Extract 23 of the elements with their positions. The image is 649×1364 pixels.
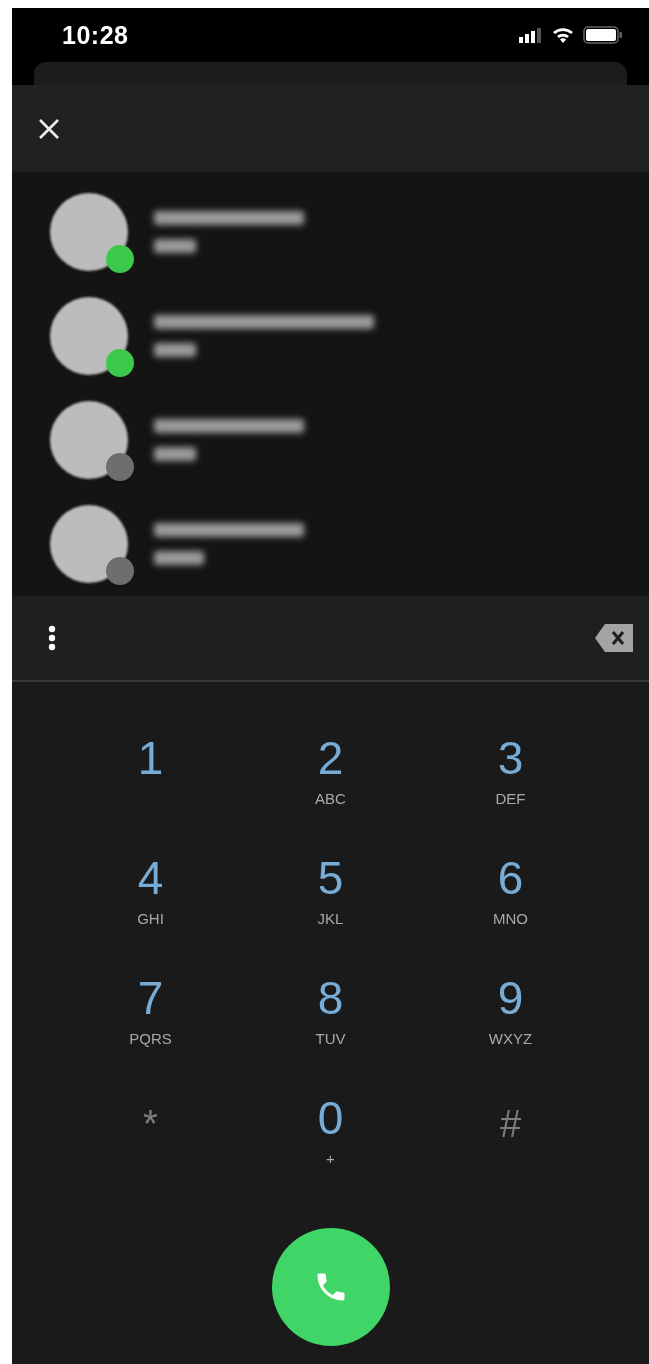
dial-key[interactable]: 3 DEF — [420, 734, 601, 854]
status-time: 10:28 — [62, 20, 129, 50]
dial-key[interactable]: 5 JKL — [240, 854, 421, 974]
dial-key[interactable]: 6 MNO — [420, 854, 601, 974]
signal-icon — [519, 27, 543, 43]
close-button[interactable] — [38, 117, 60, 140]
dial-key[interactable]: 4 GHI — [60, 854, 241, 974]
dial-key[interactable]: 0 + — [240, 1094, 421, 1214]
backspace-button[interactable] — [595, 624, 633, 652]
dial-key[interactable]: 7 PQRS — [60, 974, 241, 1094]
blurred-number — [154, 343, 196, 357]
blurred-number — [154, 551, 204, 565]
blurred-number — [154, 447, 196, 461]
blurred-number — [154, 239, 196, 253]
battery-icon — [583, 26, 623, 44]
dial-key[interactable]: 8 TUV — [240, 974, 421, 1094]
wifi-icon — [552, 27, 574, 43]
dial-key[interactable]: 2 ABC — [240, 734, 421, 854]
dial-key[interactable]: * — [60, 1094, 241, 1214]
more-options-button[interactable] — [48, 625, 56, 651]
dial-key[interactable]: 9 WXYZ — [420, 974, 601, 1094]
dial-key[interactable]: # — [420, 1094, 601, 1214]
dial-key[interactable]: 1 — [60, 734, 241, 854]
